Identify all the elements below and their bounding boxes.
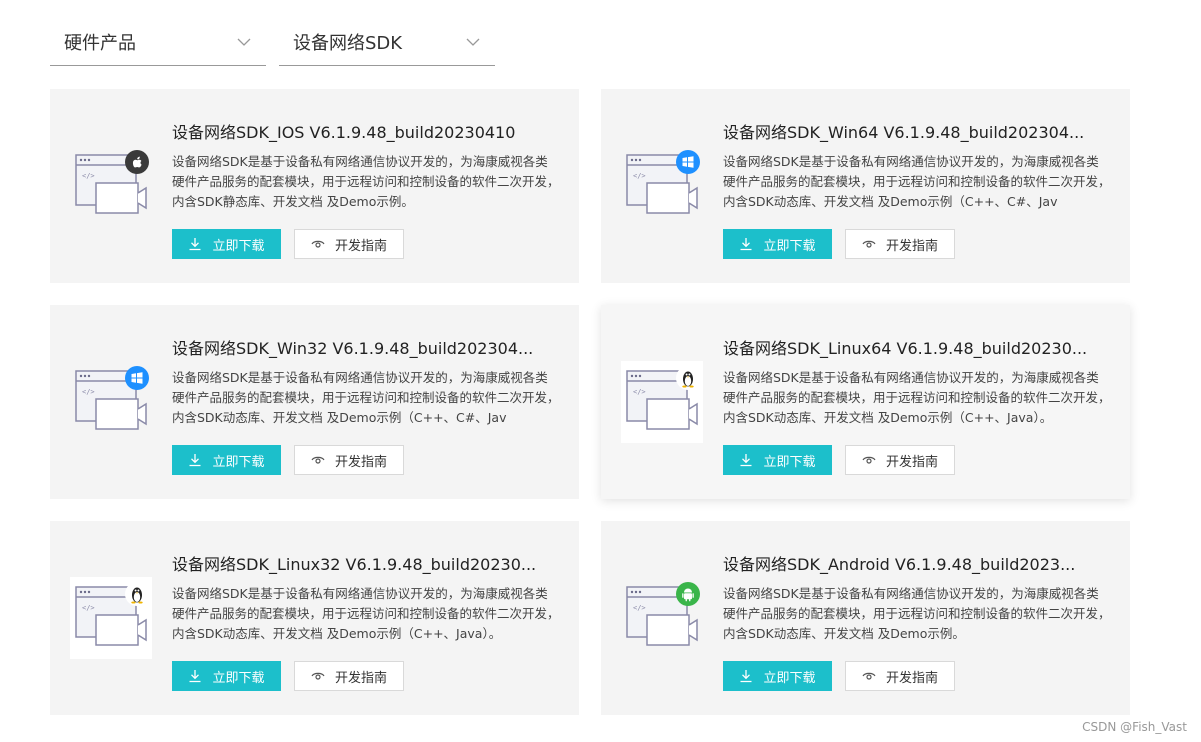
- download-button[interactable]: 立即下载: [723, 661, 832, 691]
- sdk-card: </> 设备网络SDK_Win32 V6.1.9.48_build202304.…: [50, 305, 579, 499]
- sdk-description: 设备网络SDK是基于设备私有网络通信协议开发的，为海康威视各类硬件产品服务的配套…: [172, 154, 560, 209]
- download-button[interactable]: 立即下载: [723, 229, 832, 259]
- dev-guide-button[interactable]: 开发指南: [294, 661, 404, 691]
- product-category-select[interactable]: 硬件产品: [50, 18, 266, 66]
- eye-icon: [862, 240, 876, 248]
- apple-icon: [125, 150, 149, 174]
- svg-text:</>: </>: [82, 172, 95, 180]
- windows-icon: [676, 150, 700, 174]
- dev-guide-label: 开发指南: [885, 454, 938, 470]
- sdk-description: 设备网络SDK是基于设备私有网络通信协议开发的，为海康威视各类硬件产品服务的配套…: [723, 154, 1111, 209]
- sdk-title: 设备网络SDK_Android V6.1.9.48_build2023...: [723, 555, 1076, 574]
- svg-text:</>: </>: [633, 172, 646, 180]
- sdk-description: 设备网络SDK是基于设备私有网络通信协议开发的，为海康威视各类硬件产品服务的配套…: [172, 370, 560, 425]
- product-category-value: 硬件产品: [64, 32, 136, 54]
- sdk-description: 设备网络SDK是基于设备私有网络通信协议开发的，为海康威视各类硬件产品服务的配套…: [172, 586, 560, 641]
- sdk-title: 设备网络SDK_Linux32 V6.1.9.48_build20230...: [172, 555, 537, 574]
- sdk-description: 设备网络SDK是基于设备私有网络通信协议开发的，为海康威视各类硬件产品服务的配套…: [723, 370, 1111, 425]
- svg-text:</>: </>: [633, 604, 646, 612]
- download-icon: [189, 454, 201, 467]
- android-icon: [676, 582, 700, 606]
- chevron-down-icon: [465, 34, 481, 50]
- download-label: 立即下载: [763, 454, 816, 470]
- sdk-card: </> 设备网络SDK_Linux32 V6.1.9.48_build20230…: [50, 521, 579, 715]
- download-label: 立即下载: [212, 454, 265, 470]
- eye-icon: [862, 456, 876, 464]
- linux-icon: [125, 582, 149, 606]
- watermark-text: CSDN @Fish_Vast: [1082, 720, 1187, 734]
- dev-guide-button[interactable]: 开发指南: [845, 229, 955, 259]
- download-button[interactable]: 立即下载: [172, 229, 281, 259]
- sdk-thumbnail: </>: [621, 361, 703, 443]
- download-icon: [740, 670, 752, 683]
- eye-icon: [311, 240, 325, 248]
- sdk-card: </> 设备网络SDK_Win64 V6.1.9.48_build202304.…: [601, 89, 1130, 283]
- eye-icon: [311, 672, 325, 680]
- sdk-card: </> 设备网络SDK_IOS V6.1.9.48_build20230410 …: [50, 89, 579, 283]
- download-icon: [740, 238, 752, 251]
- dev-guide-label: 开发指南: [885, 670, 938, 686]
- dev-guide-button[interactable]: 开发指南: [845, 445, 955, 475]
- download-button[interactable]: 立即下载: [172, 445, 281, 475]
- sdk-title: 设备网络SDK_Win32 V6.1.9.48_build202304...: [172, 339, 534, 358]
- sdk-title: 设备网络SDK_Linux64 V6.1.9.48_build20230...: [723, 339, 1088, 358]
- sdk-type-select[interactable]: 设备网络SDK: [279, 18, 495, 66]
- sdk-type-value: 设备网络SDK: [293, 32, 403, 54]
- download-label: 立即下载: [763, 238, 816, 254]
- sdk-thumbnail: </>: [70, 361, 152, 443]
- dev-guide-button[interactable]: 开发指南: [294, 229, 404, 259]
- sdk-thumbnail: </>: [621, 577, 703, 659]
- sdk-description: 设备网络SDK是基于设备私有网络通信协议开发的，为海康威视各类硬件产品服务的配套…: [723, 586, 1111, 641]
- chevron-down-icon: [236, 34, 252, 50]
- dev-guide-label: 开发指南: [334, 670, 387, 686]
- dev-guide-label: 开发指南: [334, 454, 387, 470]
- svg-text:</>: </>: [82, 604, 95, 612]
- svg-text:</>: </>: [633, 388, 646, 396]
- download-label: 立即下载: [763, 670, 816, 686]
- download-icon: [740, 454, 752, 467]
- filter-bar: 硬件产品 设备网络SDK: [50, 18, 495, 66]
- download-button[interactable]: 立即下载: [723, 445, 832, 475]
- dev-guide-label: 开发指南: [885, 238, 938, 254]
- dev-guide-button[interactable]: 开发指南: [294, 445, 404, 475]
- download-icon: [189, 238, 201, 251]
- eye-icon: [862, 672, 876, 680]
- sdk-thumbnail: </>: [621, 145, 703, 227]
- dev-guide-button[interactable]: 开发指南: [845, 661, 955, 691]
- download-button[interactable]: 立即下载: [172, 661, 281, 691]
- dev-guide-label: 开发指南: [334, 238, 387, 254]
- sdk-card: </> 设备网络SDK_Linux64 V6.1.9.48_build20230…: [601, 305, 1130, 499]
- windows-icon: [125, 366, 149, 390]
- download-icon: [189, 670, 201, 683]
- download-label: 立即下载: [212, 670, 265, 686]
- sdk-thumbnail: </>: [70, 577, 152, 659]
- linux-icon: [676, 366, 700, 390]
- sdk-card: </> 设备网络SDK_Android V6.1.9.48_build2023.…: [601, 521, 1130, 715]
- sdk-thumbnail: </>: [70, 145, 152, 227]
- eye-icon: [311, 456, 325, 464]
- download-label: 立即下载: [212, 238, 265, 254]
- sdk-title: 设备网络SDK_Win64 V6.1.9.48_build202304...: [723, 123, 1085, 142]
- sdk-title: 设备网络SDK_IOS V6.1.9.48_build20230410: [172, 123, 516, 142]
- svg-text:</>: </>: [82, 388, 95, 396]
